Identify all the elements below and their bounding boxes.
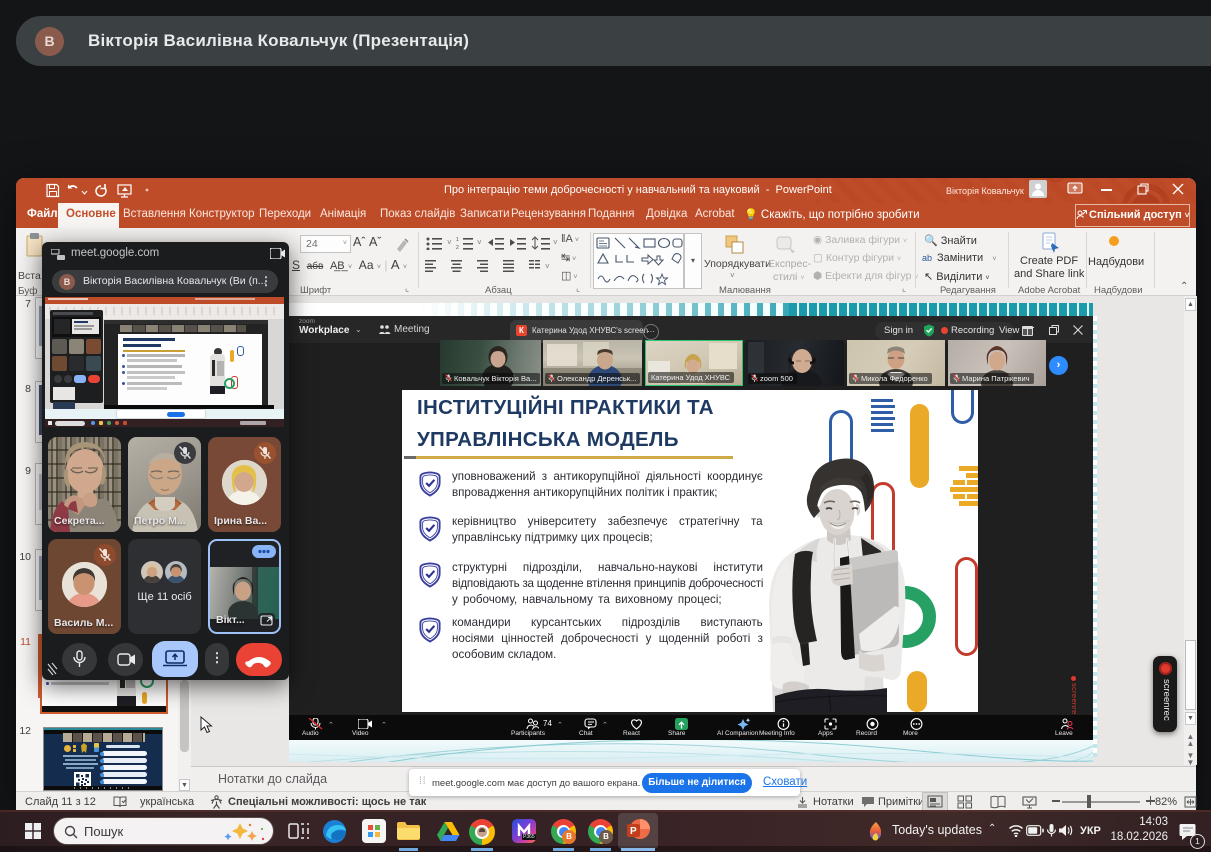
svg-text:˅: ˅ <box>447 238 452 247</box>
svg-text:˅: ˅ <box>553 238 558 247</box>
svg-text:1: 1 <box>456 237 459 243</box>
svg-text:P: P <box>630 826 637 837</box>
svg-text:˅: ˅ <box>545 262 550 271</box>
svg-text:2: 2 <box>456 245 459 250</box>
svg-text:˅: ˅ <box>477 238 482 247</box>
